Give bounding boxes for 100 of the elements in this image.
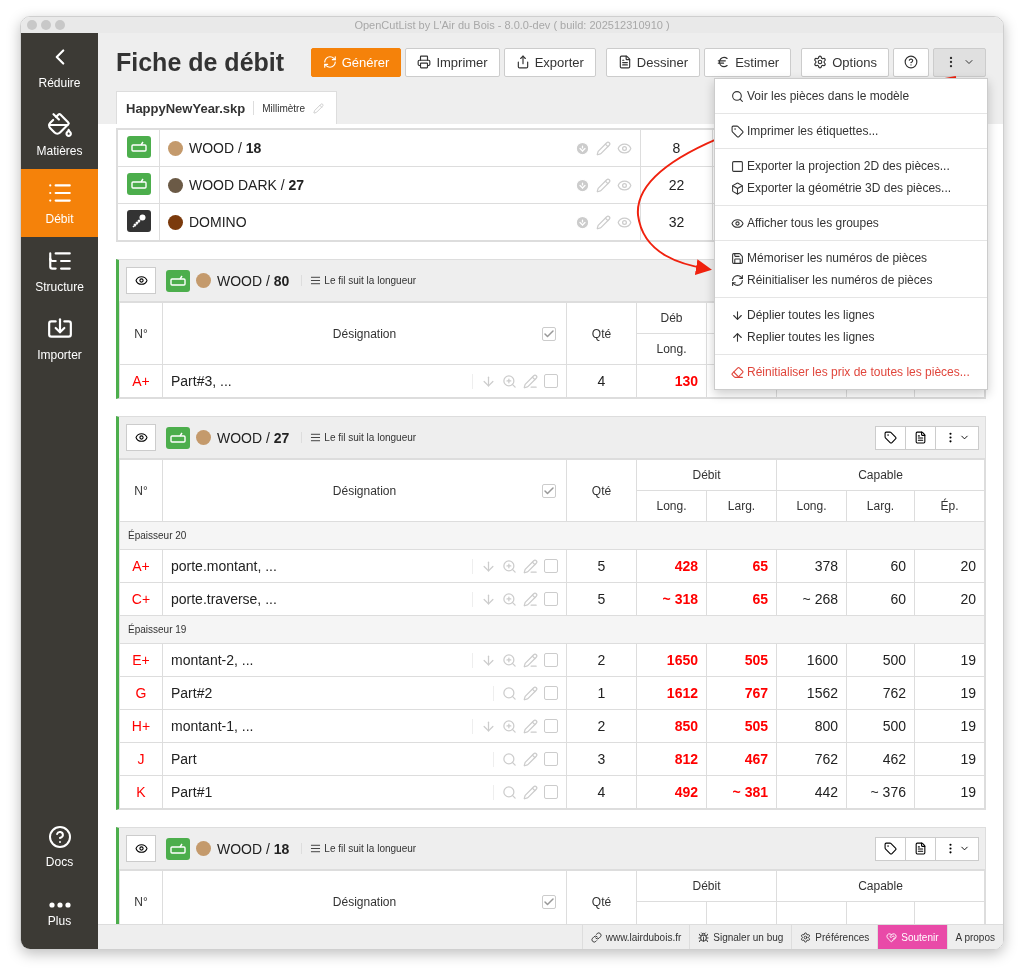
checkbox[interactable]	[544, 686, 558, 700]
zoom-in-icon[interactable]	[502, 591, 517, 607]
table-cell: 19	[914, 676, 985, 710]
toolbar-button[interactable]: Exporter	[503, 47, 596, 77]
document-button[interactable]	[905, 836, 936, 861]
sidebar-item[interactable]: Structure	[21, 237, 98, 305]
select-all-checkbox[interactable]	[542, 894, 556, 909]
table-cell: 1650	[636, 643, 707, 677]
eye-icon[interactable]	[617, 214, 632, 230]
search-icon[interactable]	[502, 784, 517, 800]
checkbox[interactable]	[544, 785, 558, 799]
part-name: montant-2, ...	[171, 652, 254, 668]
download-icon[interactable]	[575, 214, 590, 230]
eye-icon	[134, 431, 148, 444]
sidebar-item[interactable]: Matières	[21, 101, 98, 169]
arrow-down-icon[interactable]	[481, 373, 496, 389]
table-cell: 2	[566, 709, 637, 743]
pencil-icon[interactable]	[523, 685, 538, 701]
status-link[interactable]: Signaler un bug	[689, 925, 792, 949]
document-icon	[914, 431, 927, 444]
zoom-in-icon[interactable]	[502, 558, 517, 574]
eye-button[interactable]	[126, 835, 156, 862]
refresh-icon	[322, 55, 337, 69]
status-link[interactable]: A propos	[946, 925, 1003, 949]
sidebar-item[interactable]: Docs	[21, 813, 98, 881]
file-tab[interactable]: HappyNewYear.skp Millimètre	[116, 91, 337, 124]
toolbar-button[interactable]: Estimer	[704, 47, 792, 77]
menu-item[interactable]: Voir les pièces dans le modèle	[715, 85, 987, 107]
labels-button[interactable]	[875, 836, 906, 861]
menu-item[interactable]: Réinitialiser les numéros de pièces	[715, 269, 987, 291]
menu-item[interactable]: Exporter la projection 2D des pièces...	[715, 155, 987, 177]
pencil-icon[interactable]	[523, 751, 538, 767]
table-cell: K	[119, 775, 163, 809]
download-icon[interactable]	[575, 177, 590, 193]
checkbox[interactable]	[544, 719, 558, 733]
checkbox[interactable]	[544, 559, 558, 573]
column-header: Capable	[776, 870, 985, 902]
sidebar-item[interactable]: Réduire	[21, 33, 98, 101]
table-cell: A+	[119, 364, 163, 398]
menu-item[interactable]: Réinitialiser les prix de toutes les pièces...	[715, 361, 987, 383]
toolbar-button[interactable]: Options	[801, 47, 889, 77]
pencil-icon[interactable]	[596, 177, 611, 193]
pencil-icon[interactable]	[313, 102, 324, 114]
arrow-down-icon[interactable]	[481, 591, 496, 607]
menu-item[interactable]: Imprimer les étiquettes...	[715, 120, 987, 142]
pencil-icon[interactable]	[523, 652, 538, 668]
document-icon	[617, 55, 632, 69]
eye-icon[interactable]	[617, 140, 632, 156]
eye-icon[interactable]	[617, 177, 632, 193]
search-icon[interactable]	[502, 751, 517, 767]
status-link[interactable]: www.lairdubois.fr	[581, 925, 690, 949]
toolbar-button[interactable]: Dessiner	[605, 47, 701, 77]
zoom-in-icon[interactable]	[502, 652, 517, 668]
checkbox[interactable]	[544, 374, 558, 388]
arrow-down-icon[interactable]	[481, 558, 496, 574]
material-label: WOOD / 80	[217, 272, 290, 289]
sidebar-item[interactable]: Importer	[21, 305, 98, 373]
arrow-down-icon[interactable]	[481, 652, 496, 668]
search-icon[interactable]	[502, 685, 517, 701]
document-button[interactable]	[905, 425, 936, 450]
pencil-icon[interactable]	[523, 591, 538, 607]
pencil-icon[interactable]	[596, 140, 611, 156]
check-icon	[543, 895, 555, 908]
zoom-in-icon[interactable]	[502, 718, 517, 734]
part-name: Part#2	[171, 685, 213, 701]
check-icon	[543, 484, 555, 497]
part-name: Part#3, ...	[171, 373, 232, 389]
window-title: OpenCutList by L'Air du Bois - 8.0.0-dev ( build: 202512310910 )	[354, 19, 670, 31]
column-header: Qté	[566, 459, 637, 522]
zoom-in-icon[interactable]	[502, 373, 517, 389]
checkbox[interactable]	[544, 752, 558, 766]
table-cell: 378	[776, 549, 847, 583]
menu-item[interactable]: Mémoriser les numéros de pièces	[715, 247, 987, 269]
eye-button[interactable]	[126, 267, 156, 294]
table-cell: 60	[846, 582, 915, 616]
select-all-checkbox[interactable]	[542, 326, 556, 341]
column-header: Ép.	[914, 490, 985, 522]
pencil-icon[interactable]	[523, 558, 538, 574]
sidebar-item[interactable]: Plus	[21, 881, 98, 949]
menu-item[interactable]: Replier toutes les lignes	[715, 326, 987, 348]
checkbox[interactable]	[544, 653, 558, 667]
help-button[interactable]	[893, 47, 929, 77]
tag-icon	[884, 842, 897, 855]
pencil-icon[interactable]	[523, 784, 538, 800]
tag-icon	[731, 124, 744, 138]
download-icon[interactable]	[575, 140, 590, 156]
eye-button[interactable]	[126, 424, 156, 451]
eye-icon	[731, 216, 744, 230]
arrow-down-icon[interactable]	[481, 718, 496, 734]
paint-bucket-icon	[46, 112, 73, 138]
column-header: Désignation	[332, 894, 397, 909]
checkbox[interactable]	[544, 592, 558, 606]
table-cell: 500	[846, 643, 915, 677]
pencil-icon[interactable]	[523, 373, 538, 389]
select-all-checkbox[interactable]	[542, 483, 556, 498]
labels-button[interactable]	[875, 425, 906, 450]
toolbar-button[interactable]: Imprimer	[405, 47, 500, 77]
table-cell: 19	[914, 709, 985, 743]
pencil-icon[interactable]	[523, 718, 538, 734]
pencil-icon[interactable]	[596, 214, 611, 230]
